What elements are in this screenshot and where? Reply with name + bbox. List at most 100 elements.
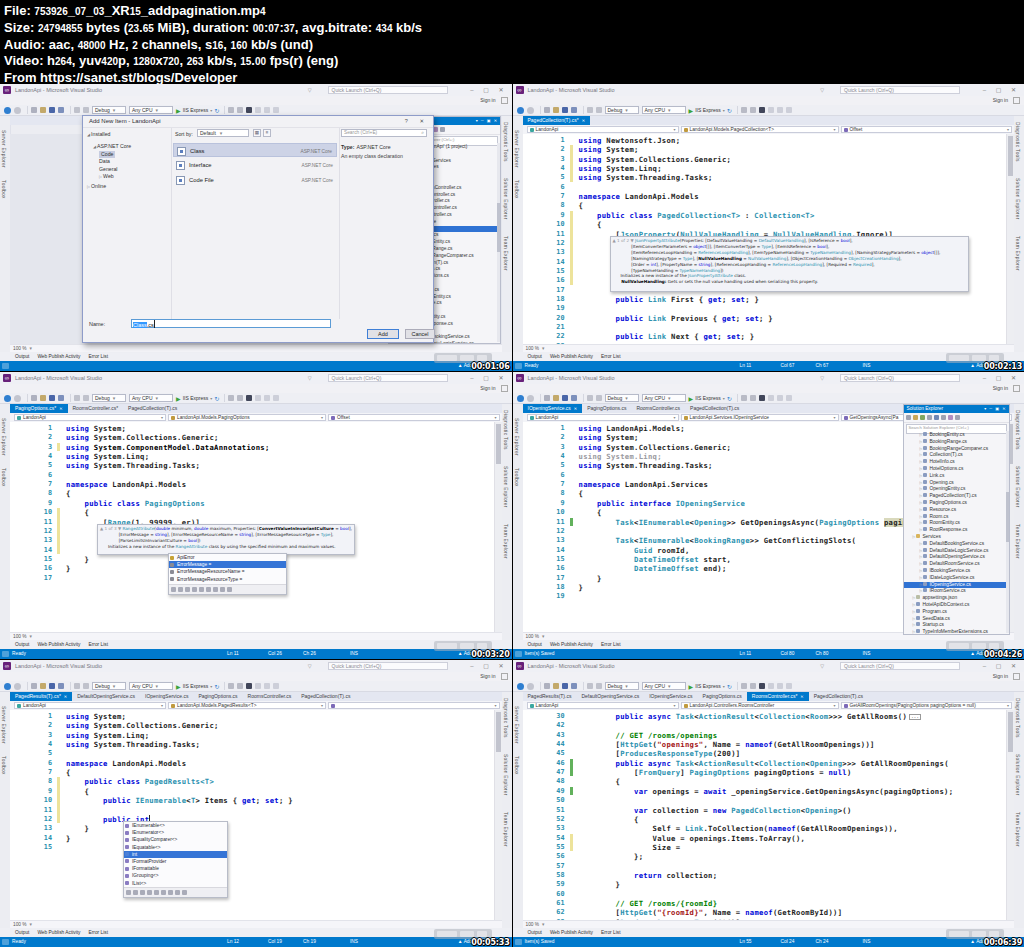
tool-icon[interactable] — [228, 107, 234, 113]
se-tool-icon[interactable] — [934, 415, 939, 420]
completion-item[interactable]: ErrorMessageResourceType = — [169, 576, 286, 583]
filter-icon[interactable] — [213, 587, 218, 592]
run-icon[interactable]: ▶ — [176, 107, 181, 114]
tree-item[interactable]: ▷Opening.cs — [904, 480, 1006, 487]
completion-item[interactable]: IList<> — [124, 880, 227, 887]
document-tab[interactable]: PagingOptions.cs — [582, 404, 631, 413]
refresh-icon[interactable]: ↻ — [214, 683, 219, 690]
zoom-level[interactable]: 100 % — [526, 634, 540, 639]
filter-icon[interactable] — [133, 890, 138, 895]
tree-item[interactable]: ▷IRoomService.cs — [904, 588, 1006, 595]
filter-icon[interactable] — [185, 587, 190, 592]
forward-button-icon[interactable] — [527, 395, 534, 402]
document-tab[interactable]: RoomsController.cs — [243, 692, 297, 701]
quick-launch-input[interactable]: Quick Launch (Ctrl+Q) — [328, 662, 448, 670]
refresh-icon[interactable]: ↻ — [214, 395, 219, 402]
tree-item[interactable]: ▷HotelApiDbContext.cs — [904, 602, 1006, 609]
comment-icon[interactable] — [246, 395, 252, 401]
debug-config-dropdown[interactable]: Debug▾ — [605, 394, 639, 402]
new-file-icon[interactable] — [544, 683, 550, 689]
filter-icon[interactable] — [147, 890, 152, 895]
tree-item[interactable]: ▷Services — [904, 534, 1006, 541]
save-icon[interactable] — [562, 395, 568, 401]
forward-button-icon[interactable] — [14, 107, 21, 114]
template-item[interactable]: Code FileASP.NET Core — [173, 173, 337, 187]
se-scrollbar-thumb[interactable] — [497, 203, 500, 253]
name-input[interactable]: Class.cs — [131, 319, 331, 328]
tree-item[interactable]: ▷TypeInfoMemberExtensions.cs — [904, 629, 1006, 634]
sidebar-tab-server-explorer[interactable]: Server Explorer — [1, 130, 6, 168]
se-tool-icon[interactable] — [941, 415, 946, 420]
save-all-icon[interactable] — [571, 395, 577, 401]
window-buttons[interactable]: – ▢ ✕ — [983, 374, 1020, 381]
window-buttons[interactable]: – ▢ ✕ — [470, 662, 507, 669]
tool-icon[interactable] — [786, 395, 792, 401]
save-icon[interactable] — [562, 683, 568, 689]
tool-icon[interactable] — [264, 683, 270, 689]
se-scrollbar-thumb[interactable] — [1006, 492, 1009, 543]
tool-icon[interactable] — [777, 395, 783, 401]
notification-flag-icon[interactable]: ▽ — [308, 87, 312, 93]
refresh-icon[interactable]: ↻ — [727, 683, 732, 690]
back-button-icon[interactable] — [4, 683, 11, 690]
undo-icon[interactable] — [587, 395, 593, 401]
bottom-tab[interactable]: Web Publish Activity — [37, 642, 80, 647]
filter-icon[interactable] — [154, 890, 159, 895]
filter-icon[interactable] — [206, 587, 211, 592]
tool-icon[interactable] — [264, 395, 270, 401]
tool-icon[interactable] — [228, 683, 234, 689]
tree-item[interactable]: ▷PagedCollection(T).cs — [904, 493, 1006, 500]
dialog-title-buttons[interactable]: ? ✕ — [405, 116, 429, 127]
iis-express-label[interactable]: IIS Express — [183, 683, 209, 689]
sidebar-tab-solution-explorer[interactable]: Solution Explorer — [1015, 178, 1020, 220]
back-button-icon[interactable] — [517, 107, 524, 114]
completion-item[interactable]: IGrouping<> — [124, 872, 227, 879]
open-file-icon[interactable] — [553, 107, 559, 113]
refresh-icon[interactable]: ↻ — [727, 395, 732, 402]
details-view-icon[interactable]: ≡ — [263, 129, 271, 137]
tab-close-icon[interactable]: ✕ — [800, 694, 803, 699]
window-buttons[interactable]: – ▢ ✕ — [470, 86, 507, 93]
sidebar-tab-server-explorer[interactable]: Server Explorer — [514, 130, 519, 168]
nav-dropdown[interactable]: LandonApi.Models.PagedCollection<T>▾ — [681, 126, 839, 133]
notification-flag-icon[interactable]: ▽ — [820, 87, 824, 93]
sign-in-link[interactable]: Sign in — [480, 384, 495, 393]
run-icon[interactable]: ▶ — [689, 683, 694, 690]
bottom-tab[interactable]: Web Publish Activity — [37, 354, 80, 359]
save-all-icon[interactable] — [58, 683, 64, 689]
dialog-tree-item[interactable]: ◢ASP.NET Core — [93, 143, 131, 150]
document-tab[interactable]: PagedCollection(T).cs — [809, 692, 868, 701]
tree-item[interactable]: ▷DefaultOpeningService.cs — [904, 554, 1006, 561]
sidebar-tab-team-explorer[interactable]: Team Explorer — [1015, 812, 1020, 847]
bottom-tab[interactable]: Error List — [601, 930, 620, 935]
undo-icon[interactable] — [74, 683, 80, 689]
dialog-search-input[interactable]: Search (Ctrl+E)⌕ — [341, 129, 427, 137]
filter-icon[interactable] — [126, 890, 131, 895]
tab-close-icon[interactable]: ✕ — [582, 118, 585, 123]
tool-icon[interactable] — [273, 683, 279, 689]
document-tab[interactable]: PagedResults(T).cs*✕ — [10, 692, 72, 701]
quick-launch-input[interactable]: Quick Launch (Ctrl+Q) — [840, 662, 960, 670]
new-file-icon[interactable] — [31, 107, 37, 113]
tool-icon[interactable] — [786, 107, 792, 113]
nav-dropdown[interactable]: LandonApi.Controllers.RoomsController▾ — [681, 702, 839, 709]
redo-icon[interactable] — [83, 395, 89, 401]
bottom-tab[interactable]: Error List — [601, 354, 620, 359]
tree-item[interactable]: ▷IBookingService.cs — [904, 568, 1006, 575]
document-tab[interactable]: IOpeningService.cs✕ — [523, 404, 583, 413]
redo-icon[interactable] — [83, 107, 89, 113]
notification-flag-icon[interactable]: ▽ — [308, 375, 312, 381]
quick-launch-input[interactable]: Quick Launch (Ctrl+Q) — [840, 374, 960, 382]
tree-item[interactable]: ▷DefaultDateLogicService.cs — [904, 548, 1006, 555]
refresh-icon[interactable]: ↻ — [214, 107, 219, 114]
sidebar-tab-diagnostic-tools[interactable]: Diagnostic Tools — [1015, 698, 1020, 738]
tool-icon[interactable] — [777, 107, 783, 113]
sidebar-tab-server-explorer[interactable]: Server Explorer — [1, 418, 6, 456]
platform-dropdown[interactable]: Any CPU▾ — [642, 682, 686, 690]
nav-dropdown[interactable]: Offset▾ — [841, 126, 1013, 133]
iis-express-label[interactable]: IIS Express — [183, 107, 209, 113]
document-tab[interactable]: PagingOptions.cs — [698, 692, 747, 701]
completion-item[interactable]: ErrorMessageResourceName = — [169, 568, 286, 575]
nav-dropdown[interactable]: GetAllRoomOpenings(PagingOptions pagingO… — [841, 702, 1013, 709]
nav-dropdown[interactable]: LandonApi▾ — [527, 702, 679, 709]
